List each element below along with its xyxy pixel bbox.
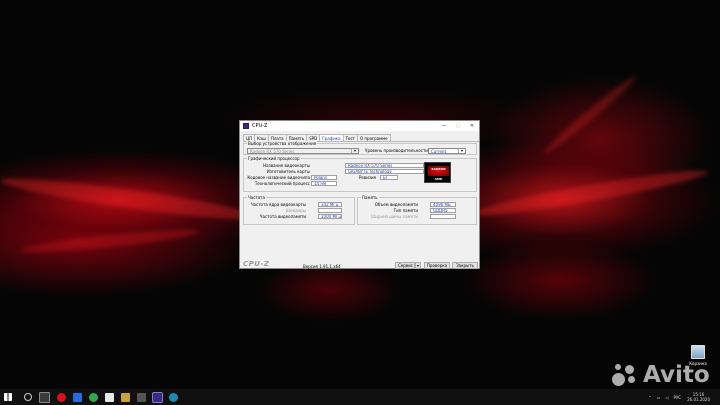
tab-about[interactable]: О программе <box>357 134 391 141</box>
tab-cache[interactable]: Кэш <box>254 134 269 141</box>
gpu-name-label: Название видеокарты <box>263 163 310 168</box>
close-button[interactable]: Закрыть <box>452 262 478 269</box>
memory-bus-value <box>430 214 456 219</box>
memory-group-title: Память <box>361 195 379 200</box>
avito-dots-icon <box>612 363 640 387</box>
memory-size-label: Объем видеопамяти <box>374 202 418 207</box>
memory-type-label: Тип памяти <box>393 208 418 213</box>
wallpaper-streak <box>19 225 201 257</box>
system-tray: ⌃ ▭ ◁ РУС 15:16 26.01.2020 <box>643 389 710 405</box>
clock[interactable]: 15:16 26.01.2020 <box>687 392 710 402</box>
tab-spd[interactable]: SPD <box>306 134 321 141</box>
app-yellow-icon[interactable] <box>121 392 130 402</box>
network-icon[interactable]: ▭ <box>657 395 661 400</box>
validate-button[interactable]: Проверка <box>424 262 450 269</box>
shader-clock-value <box>318 208 342 213</box>
task-view-icon[interactable] <box>39 391 50 403</box>
wallpaper-streak <box>540 72 640 158</box>
window-title: CPU-Z <box>252 123 268 129</box>
gpu-vendor-label: Изготовитель карты <box>266 169 310 174</box>
language-indicator[interactable]: РУС <box>673 395 681 400</box>
memory-bus-label: Ширина шины памяти <box>370 214 418 219</box>
gpu-codename-value: Polaris <box>311 175 337 180</box>
file-explorer-icon[interactable] <box>73 392 82 402</box>
core-clock-value: 342 МГц <box>318 202 342 207</box>
version-text: Версия 1.91.1.x64 <box>303 264 341 269</box>
memory-size-value: 4096 МБ <box>430 202 456 207</box>
opera-browser-icon[interactable] <box>57 392 66 402</box>
perf-level-select[interactable]: Current ▾ <box>428 148 466 154</box>
gpu-codename-label: Кодовое название видеочипа <box>247 175 310 180</box>
chevron-down-icon: ▾ <box>416 263 419 268</box>
recycle-bin-icon <box>691 345 705 359</box>
taskbar: ⌃ ▭ ◁ РУС 15:16 26.01.2020 <box>0 389 720 405</box>
wallpaper-streak <box>0 171 260 227</box>
gpu-vendor-value: GIGABYTE Technology <box>345 169 424 174</box>
gpu-revision-value: EF <box>380 175 398 180</box>
cpuz-footer-logo: CPU-Z <box>243 260 270 268</box>
tools-dropdown-button[interactable]: ▾ <box>415 262 421 269</box>
avito-dot <box>625 365 634 374</box>
windows-start-icon[interactable] <box>4 393 12 401</box>
gpu-tech-value: 14 нм <box>311 181 337 186</box>
volume-icon[interactable]: ◁ <box>665 395 668 400</box>
device-select-value: Radeon RX 570 Series <box>250 149 295 154</box>
cpuz-app-icon <box>243 123 249 129</box>
tab-bench[interactable]: Тест <box>342 134 358 141</box>
cpuz-taskbar-icon[interactable] <box>152 391 163 403</box>
title-bar[interactable]: CPU-Z — □ ✕ <box>240 121 479 131</box>
avito-dot <box>628 376 635 383</box>
tab-graphics[interactable]: Графика <box>319 134 344 141</box>
avito-dot <box>615 364 621 370</box>
radeon-logo-text: RADEON <box>431 167 446 171</box>
device-select[interactable]: Radeon RX 570 Series ▾ <box>247 148 359 154</box>
tools-button[interactable]: Сервис <box>395 262 415 269</box>
clocks-group: Частота Частота ядра видеокарты 342 МГц … <box>243 195 355 225</box>
gpu-name-value: Radeon RX 570 Series <box>345 163 424 168</box>
device-group-title: Выбор устройства отображения <box>247 141 318 146</box>
app-gray-icon[interactable] <box>137 392 146 402</box>
chevron-down-icon: ▾ <box>351 149 358 153</box>
minimize-button[interactable]: — <box>437 121 451 131</box>
avito-watermark: Avito <box>612 362 710 388</box>
chevron-down-icon: ▾ <box>458 149 465 153</box>
tab-memory[interactable]: Память <box>285 134 308 141</box>
cpuz-window: CPU-Z — □ ✕ ЦП Кэш Плата Память SPD Граф… <box>239 120 480 269</box>
maximize-button[interactable]: □ <box>451 121 465 131</box>
app-m-icon[interactable] <box>105 392 114 402</box>
perf-level-value: Current <box>431 149 447 154</box>
amd-logo-text: AMD <box>434 177 443 181</box>
app-blue-icon[interactable] <box>169 392 178 402</box>
gpu-group-title: Графический процессор <box>247 156 301 161</box>
avito-watermark-text: Avito <box>643 362 710 388</box>
close-window-button[interactable]: ✕ <box>465 121 479 131</box>
search-icon[interactable] <box>24 393 32 401</box>
memory-type-value: GDDR5 <box>430 208 456 213</box>
amd-radeon-logo: RADEON AMD <box>424 162 451 183</box>
tab-mainboard[interactable]: Плата <box>267 134 287 141</box>
memory-clock-label: Частота видеопамяти <box>259 214 306 219</box>
memory-clock-value: 1000 МГц <box>318 214 342 219</box>
tray-chevron-icon[interactable]: ⌃ <box>648 395 651 400</box>
avito-dot <box>612 373 625 386</box>
perf-level-label: Уровень производительности <box>365 148 428 153</box>
shader-clock-label: Шейдеры <box>285 208 306 213</box>
clock-date: 26.01.2020 <box>687 397 710 402</box>
memory-group: Память Объем видеопамяти 4096 МБ Тип пам… <box>357 195 477 225</box>
tools-button-label: Сервис <box>398 263 413 268</box>
app-green-icon[interactable] <box>89 392 98 402</box>
device-selection-group: Выбор устройства отображения Radeon RX 5… <box>243 141 477 155</box>
gpu-tech-label: Технологический процесс <box>254 181 310 186</box>
core-clock-label: Частота ядра видеокарты <box>250 202 306 207</box>
wallpaper-streak <box>470 164 710 222</box>
gpu-revision-label: Ревизия <box>359 175 376 180</box>
clocks-group-title: Частота <box>247 195 266 200</box>
